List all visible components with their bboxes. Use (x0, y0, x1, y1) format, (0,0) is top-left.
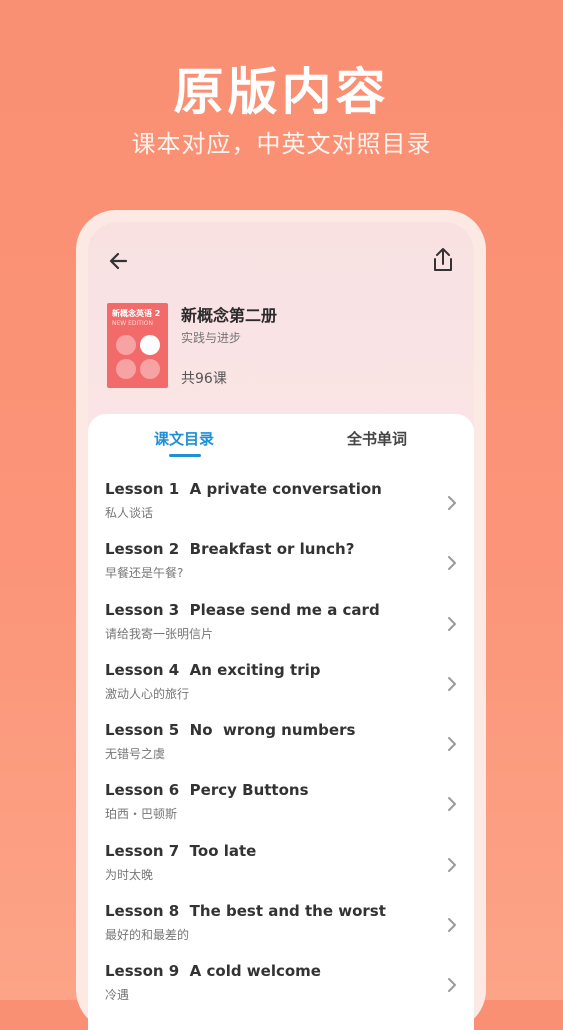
chevron-right-icon (448, 918, 456, 933)
lesson-title: Lesson 3 Please send me a card (105, 600, 380, 619)
tab-words[interactable]: 全书单词 (317, 428, 437, 449)
hero-subtitle: 课本对应，中英文对照目录 (131, 130, 432, 158)
chevron-right-icon (448, 556, 456, 571)
app-screen: 新概念英语 2 NEW EDITION 新概念第二册 实践与进步 共96课 课文… (88, 222, 474, 1030)
tab-toc[interactable]: 课文目录 (124, 428, 244, 449)
lesson-subtitle: 为时太晚 (105, 867, 154, 882)
chevron-right-icon (448, 616, 456, 631)
lesson-count: 共96课 (181, 371, 227, 387)
chevron-right-icon (448, 676, 456, 691)
tab-bar: 课文目录 全书单词 (88, 414, 474, 474)
arrow-left-icon (109, 252, 128, 270)
chevron-right-icon (448, 797, 456, 812)
top-bar (88, 242, 474, 282)
lesson-subtitle: 无错号之虞 (105, 747, 166, 762)
lesson-title: Lesson 8 The best and the worst (105, 902, 386, 921)
book-subtitle: 实践与进步 (181, 331, 242, 345)
lesson-title: Lesson 2 Breakfast or lunch? (105, 540, 355, 559)
lesson-item[interactable]: Lesson 5 No wrong numbers 无错号之虞 (88, 717, 474, 777)
lesson-item[interactable]: Lesson 6 Percy Buttons 珀西・巴顿斯 (88, 777, 474, 837)
lesson-list: Lesson 1 A private conversation 私人谈话 Lesso… (88, 476, 474, 1019)
lesson-subtitle: 冷遇 (105, 988, 130, 1003)
lesson-item[interactable]: Lesson 1 A private conversation 私人谈话 (88, 476, 474, 536)
content-panel: 课文目录 全书单词 Lesson 1 A private conversatio… (88, 414, 474, 1030)
lesson-subtitle: 私人谈话 (105, 506, 154, 520)
cover-dot (116, 359, 136, 379)
lesson-item[interactable]: Lesson 7 Too late 为时太晚 (88, 838, 474, 898)
phone-frame: 新概念英语 2 NEW EDITION 新概念第二册 实践与进步 共96课 课文… (76, 210, 486, 1030)
hero-title: 原版内容 (173, 63, 390, 121)
book-cover: 新概念英语 2 NEW EDITION (107, 303, 168, 388)
tab-active-indicator (169, 454, 201, 457)
cover-subtitle: NEW EDITION (112, 320, 153, 327)
chevron-right-icon (448, 737, 456, 752)
lesson-subtitle: 珀西・巴顿斯 (105, 807, 178, 822)
book-title: 新概念第二册 (181, 306, 278, 325)
chevron-right-icon (448, 496, 456, 510)
chevron-right-icon (448, 978, 456, 993)
lesson-subtitle: 最好的和最差的 (105, 928, 190, 943)
lesson-item[interactable]: Lesson 2 Breakfast or lunch? 早餐还是午餐? (88, 536, 474, 596)
lesson-title: Lesson 4 An exciting trip (105, 660, 321, 679)
lesson-subtitle: 请给我寄一张明信片 (105, 626, 214, 641)
cover-dot (116, 335, 136, 355)
chevron-right-icon (448, 857, 456, 872)
lesson-title: Lesson 7 Too late (105, 841, 257, 860)
lesson-title: Lesson 9 A cold welcome (105, 962, 321, 981)
lesson-subtitle: 早餐还是午餐? (105, 566, 184, 581)
share-button[interactable] (428, 244, 458, 276)
share-icon (434, 248, 452, 271)
lesson-title: Lesson 6 Percy Buttons (105, 781, 309, 800)
lesson-title: Lesson 1 A private conversation (105, 480, 382, 498)
lesson-item[interactable]: Lesson 9 A cold welcome 冷遇 (88, 958, 474, 1018)
back-button[interactable] (104, 246, 134, 276)
cover-title: 新概念英语 2 (112, 309, 161, 318)
lesson-item[interactable]: Lesson 8 The best and the worst 最好的和最差的 (88, 898, 474, 958)
cover-dot (140, 359, 160, 379)
lesson-item[interactable]: Lesson 4 An exciting trip 激动人心的旅行 (88, 657, 474, 717)
lesson-subtitle: 激动人心的旅行 (105, 686, 190, 701)
lesson-title: Lesson 5 No wrong numbers (105, 721, 356, 740)
lesson-item[interactable]: Lesson 3 Please send me a card 请给我寄一张明信片 (88, 597, 474, 657)
cover-dot (140, 335, 160, 355)
